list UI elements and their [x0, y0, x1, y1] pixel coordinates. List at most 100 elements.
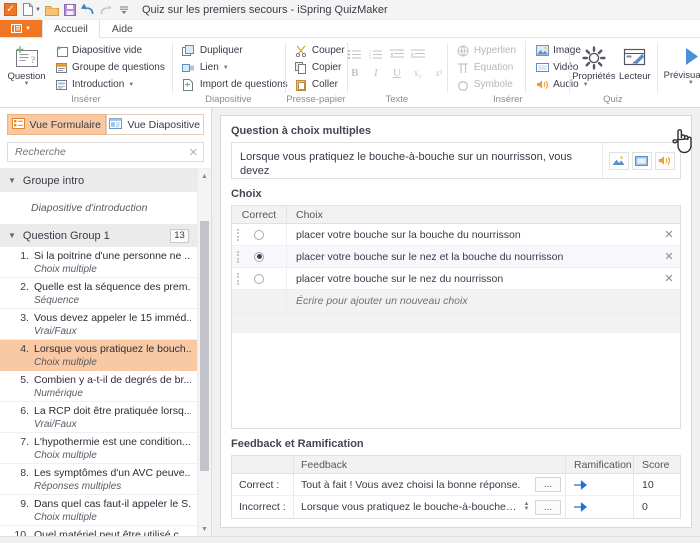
- chevron-down-icon[interactable]: ▼: [8, 231, 16, 240]
- choice-text[interactable]: placer votre bouche sur la bouche du nou…: [296, 229, 521, 241]
- paste-button[interactable]: Coller: [291, 76, 348, 93]
- tab-vue-formulaire[interactable]: Vue Formulaire: [7, 114, 106, 135]
- drag-handle-icon[interactable]: [237, 229, 240, 241]
- tab-accueil[interactable]: Accueil: [42, 20, 100, 38]
- group-header-question-group-1[interactable]: ▼ Question Group 1 13: [0, 224, 197, 247]
- feedback-more-button[interactable]: ...: [535, 499, 561, 515]
- group-header-groupe-intro[interactable]: ▼ Groupe intro: [0, 169, 197, 192]
- list-item[interactable]: 5. Combien y a-t-il de degrés de br... N…: [0, 371, 197, 402]
- undo-icon[interactable]: [81, 2, 96, 17]
- question-text[interactable]: Lorsque vous pratiquez le bouche-à-bouch…: [232, 143, 602, 178]
- feedback-row-label: Incorrect :: [232, 496, 294, 518]
- list-item-title: Combien y a-t-il de degrés de br...: [34, 374, 191, 386]
- delete-choice-icon[interactable]: ✕: [658, 246, 680, 267]
- feedback-text[interactable]: Lorsque vous pratiquez le bouche-à-bouch…: [301, 501, 518, 513]
- choice-text[interactable]: placer votre bouche sur le nez et la bou…: [296, 251, 563, 263]
- list-item[interactable]: 6. La RCP doit être pratiquée lorsq... V…: [0, 402, 197, 433]
- insert-blank-slide-button[interactable]: Diapositive vide: [51, 42, 168, 59]
- choice-correct-radio[interactable]: [254, 229, 264, 240]
- list-item-selected[interactable]: 4. Lorsque vous pratiquez le bouch... Ch…: [0, 340, 197, 371]
- chevron-down-icon[interactable]: ▼: [8, 176, 16, 185]
- delete-choice-icon[interactable]: ✕: [658, 268, 680, 289]
- tab-aide[interactable]: Aide: [100, 20, 145, 37]
- drag-handle-icon[interactable]: [237, 251, 240, 263]
- link-button[interactable]: Lien ▼: [179, 59, 291, 76]
- search-clear-icon[interactable]: ✕: [185, 146, 198, 159]
- list-item[interactable]: 1. Si la poitrine d'une personne ne ... …: [0, 247, 197, 278]
- branch-arrow-icon[interactable]: [566, 474, 634, 495]
- add-audio-button[interactable]: [654, 151, 675, 170]
- preview-dropdown-icon[interactable]: ▼: [688, 80, 694, 86]
- list-item[interactable]: 10. Quel matériel peut être utilisé c...…: [0, 526, 197, 536]
- bullet-list-icon[interactable]: [346, 45, 364, 62]
- link-caret-icon[interactable]: ▼: [223, 65, 229, 71]
- list-item[interactable]: 2. Quelle est la séquence des prem... Sé…: [0, 278, 197, 309]
- list-item[interactable]: 8. Les symptômes d'un AVC peuve... Répon…: [0, 464, 197, 495]
- feedback-score[interactable]: 0: [634, 496, 680, 518]
- insert-introduction-button[interactable]: Introduction ▼: [51, 76, 168, 93]
- feedback-row-correct[interactable]: Correct : Tout à fait ! Vous avez choisi…: [232, 474, 680, 496]
- table-row[interactable]: placer votre bouche sur le nez et la bou…: [232, 246, 680, 268]
- drag-handle-icon[interactable]: [237, 273, 240, 285]
- new-dropdown-icon[interactable]: ▼: [35, 7, 41, 13]
- scrollbar-thumb[interactable]: [200, 221, 209, 471]
- search-box[interactable]: ✕: [7, 142, 204, 162]
- list-item-intro-slide[interactable]: Diapositive d'introduction: [0, 192, 197, 224]
- redo-icon[interactable]: [99, 2, 114, 17]
- branch-arrow-icon[interactable]: [566, 496, 634, 518]
- table-row[interactable]: placer votre bouche sur la bouche du nou…: [232, 224, 680, 246]
- copy-button[interactable]: Copier: [291, 59, 348, 76]
- subscript-icon[interactable]: x₂: [409, 64, 427, 81]
- insert-question-dropdown-icon[interactable]: ▼: [24, 81, 30, 87]
- choice-correct-radio[interactable]: [254, 273, 264, 284]
- list-item[interactable]: 9. Dans quel cas faut-il appeler le S...…: [0, 495, 197, 526]
- table-row[interactable]: placer votre bouche sur le nez du nourri…: [232, 268, 680, 290]
- insert-question-button[interactable]: ? Question ▼: [4, 41, 49, 87]
- bold-icon[interactable]: B: [346, 64, 364, 81]
- choice-text[interactable]: placer votre bouche sur le nez du nourri…: [296, 273, 503, 285]
- add-choice-row[interactable]: Écrire pour ajouter un nouveau choix: [232, 290, 680, 313]
- numbered-list-icon[interactable]: 123: [367, 45, 385, 62]
- italic-icon[interactable]: I: [367, 64, 385, 81]
- duplicate-slide-button[interactable]: Dupliquer: [179, 42, 291, 59]
- quiz-player-button[interactable]: Lecteur: [617, 43, 653, 82]
- feedback-more-button[interactable]: ...: [535, 477, 561, 492]
- tab-vue-diapositive[interactable]: Vue Diapositive: [105, 114, 204, 135]
- feedback-score[interactable]: 10: [634, 474, 680, 495]
- file-menu-button[interactable]: ▼: [0, 20, 42, 37]
- hyperlink-button[interactable]: Hyperlien: [453, 42, 519, 59]
- delete-choice-icon[interactable]: ✕: [658, 224, 680, 245]
- ribbon-group-quiz: Propriétés Lecteur Quiz: [568, 38, 657, 107]
- quiz-properties-button[interactable]: Propriétés: [572, 43, 616, 82]
- insert-question-group-label: Groupe de questions: [72, 62, 165, 73]
- sidebar-scrollbar[interactable]: ▲ ▼: [197, 169, 211, 536]
- open-icon[interactable]: [45, 2, 60, 17]
- increase-indent-icon[interactable]: [409, 45, 427, 62]
- equation-button[interactable]: Equation: [453, 59, 519, 76]
- add-video-button[interactable]: [631, 151, 652, 170]
- new-icon[interactable]: [20, 2, 35, 17]
- feedback-section: Feedback et Ramification Feedback Ramifi…: [231, 429, 681, 527]
- feedback-spinner-icon[interactable]: ▲ ▼: [522, 501, 531, 512]
- customize-toolbar-icon[interactable]: [117, 2, 132, 17]
- search-input[interactable]: [13, 145, 185, 159]
- feedback-row-incorrect[interactable]: Incorrect : Lorsque vous pratiquez le bo…: [232, 496, 680, 518]
- underline-icon[interactable]: U: [388, 64, 406, 81]
- scroll-up-icon[interactable]: ▲: [198, 169, 211, 183]
- import-questions-button[interactable]: Import de questions: [179, 76, 291, 93]
- save-icon[interactable]: [63, 2, 78, 17]
- decrease-indent-icon[interactable]: [388, 45, 406, 62]
- superscript-icon[interactable]: x²: [430, 64, 448, 81]
- feedback-text[interactable]: Tout à fait ! Vous avez choisi la bonne …: [301, 479, 531, 491]
- insert-question-group-button[interactable]: Groupe de questions: [51, 59, 168, 76]
- symbol-button[interactable]: Symbole: [453, 76, 519, 93]
- insert-introduction-caret-icon[interactable]: ▼: [128, 82, 134, 88]
- preview-button[interactable]: Prévisualiser ▼: [661, 42, 700, 86]
- choice-correct-radio-selected[interactable]: [254, 251, 264, 262]
- list-item[interactable]: 3. Vous devez appeler le 15 imméd... Vra…: [0, 309, 197, 340]
- list-item[interactable]: 7. L'hypothermie est une condition... Ch…: [0, 433, 197, 464]
- add-image-button[interactable]: [608, 151, 629, 170]
- question-text-box[interactable]: Lorsque vous pratiquez le bouche-à-bouch…: [231, 142, 681, 179]
- cut-button[interactable]: Couper: [291, 42, 348, 59]
- scroll-down-icon[interactable]: ▼: [198, 522, 211, 536]
